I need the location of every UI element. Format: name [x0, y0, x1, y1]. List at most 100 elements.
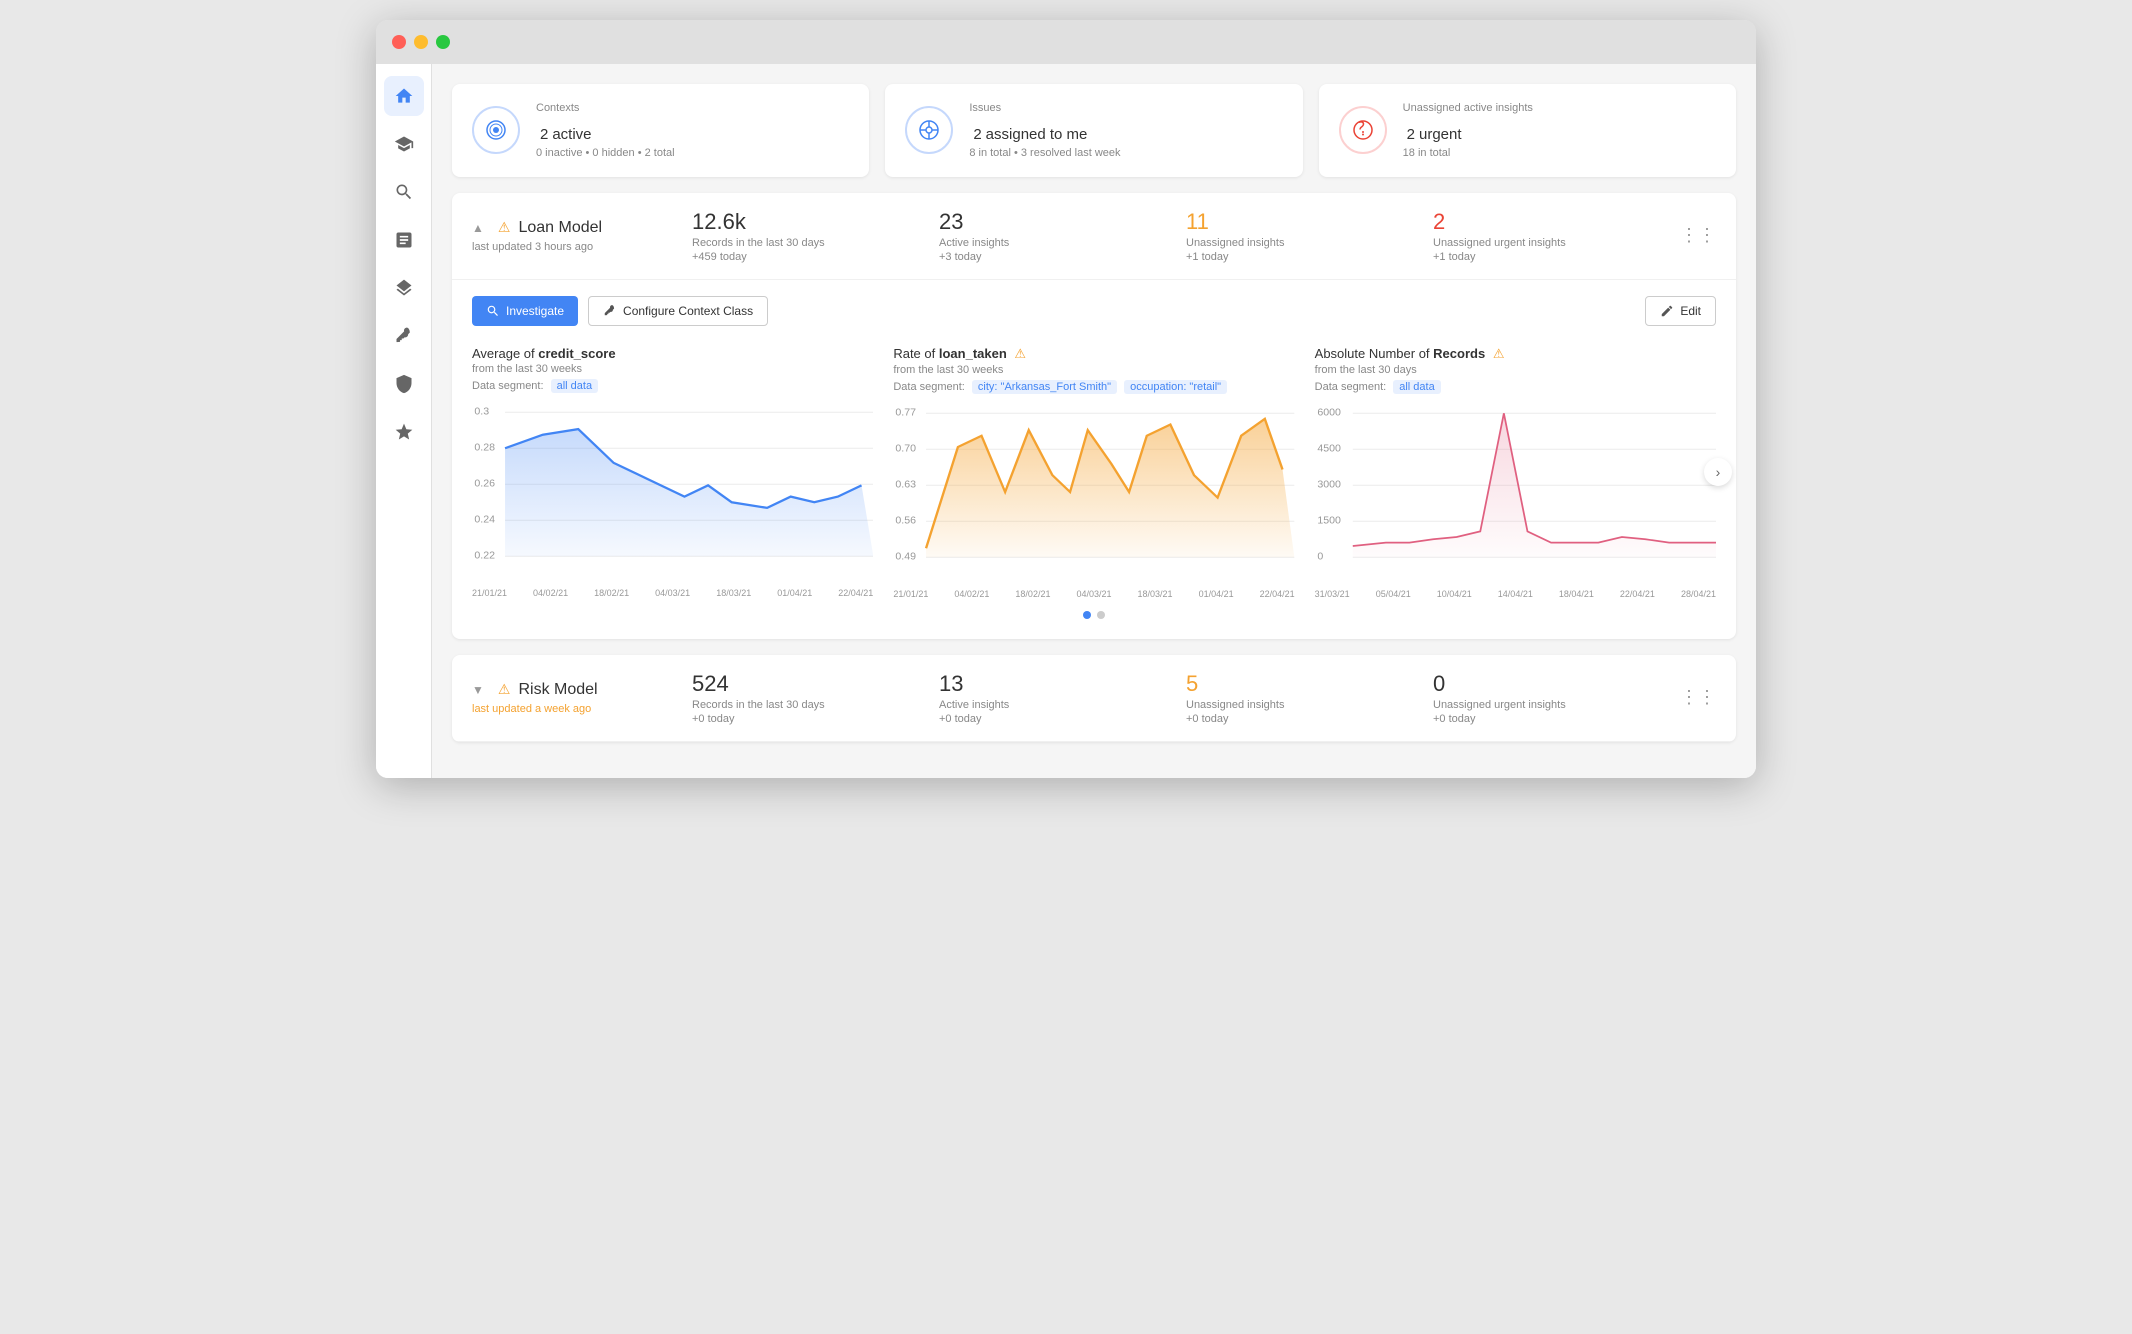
- loan-records-number: 12.6k: [692, 209, 939, 235]
- risk-model-name: ▼ ⚠ Risk Model: [472, 681, 692, 699]
- sidebar-item-layers[interactable]: [384, 268, 424, 308]
- close-button[interactable]: [392, 35, 406, 49]
- svg-text:0.49: 0.49: [896, 551, 917, 562]
- svg-text:6000: 6000: [1317, 407, 1341, 418]
- chart-loan-xaxis: 21/01/2104/02/2118/02/2104/03/2118/03/21…: [893, 589, 1294, 599]
- svg-text:0.63: 0.63: [896, 479, 917, 490]
- risk-active-number: 13: [939, 671, 1186, 697]
- issues-number: 2assigned to me: [969, 116, 1120, 145]
- loan-records-label: Records in the last 30 days: [692, 237, 939, 249]
- risk-unassigned-today: +0 today: [1186, 713, 1433, 725]
- chart-nav-right[interactable]: ›: [1704, 458, 1732, 486]
- investigate-button[interactable]: Investigate: [472, 296, 578, 326]
- svg-text:0.56: 0.56: [896, 515, 917, 526]
- contexts-label: Contexts: [536, 102, 675, 114]
- chart-records-title: Absolute Number of Records ⚠: [1315, 346, 1716, 362]
- issues-icon: [905, 106, 953, 154]
- main-content: Contexts 2active 0 inactive • 0 hidden •…: [432, 64, 1756, 778]
- charts-wrapper: Average of credit_score from the last 30…: [472, 346, 1716, 599]
- chart-dot-1[interactable]: [1083, 611, 1091, 619]
- chart-loan-taken: Rate of loan_taken ⚠ from the last 30 we…: [893, 346, 1294, 599]
- maximize-button[interactable]: [436, 35, 450, 49]
- insights-number: 2urgent: [1403, 116, 1533, 145]
- minimize-button[interactable]: [414, 35, 428, 49]
- loan-urgent-stat: 2 Unassigned urgent insights +1 today: [1433, 209, 1680, 263]
- svg-text:3000: 3000: [1317, 479, 1341, 490]
- chart-credit-title: Average of credit_score: [472, 346, 873, 361]
- sidebar-item-learn[interactable]: [384, 124, 424, 164]
- chart-loan-svg: 0.77 0.70 0.63 0.56 0.49: [893, 402, 1294, 582]
- loan-model-header: ▲ ⚠ Loan Model last updated 3 hours ago …: [452, 193, 1736, 280]
- risk-urgent-today: +0 today: [1433, 713, 1680, 725]
- loan-urgent-today: +1 today: [1433, 251, 1680, 263]
- loan-model-name: ▲ ⚠ Loan Model: [472, 219, 692, 237]
- risk-active-today: +0 today: [939, 713, 1186, 725]
- chart-records-svg: 6000 4500 3000 1500 0: [1315, 402, 1716, 582]
- loan-active-stat: 23 Active insights +3 today: [939, 209, 1186, 263]
- chart-loan-title: Rate of loan_taken ⚠: [893, 346, 1294, 362]
- insights-icon: [1339, 106, 1387, 154]
- risk-model-card: ▼ ⚠ Risk Model last updated a week ago 5…: [452, 655, 1736, 742]
- chart-loan-subtitle: from the last 30 weeks: [893, 364, 1294, 376]
- risk-unassigned-label: Unassigned insights: [1186, 699, 1433, 711]
- risk-urgent-label: Unassigned urgent insights: [1433, 699, 1680, 711]
- app-window: Contexts 2active 0 inactive • 0 hidden •…: [376, 20, 1756, 778]
- chart-credit-xaxis: 21/01/2104/02/2118/02/2104/03/2118/03/21…: [472, 588, 873, 598]
- app-body: Contexts 2active 0 inactive • 0 hidden •…: [376, 64, 1756, 778]
- insights-sub: 18 in total: [1403, 147, 1533, 159]
- sidebar-item-shield[interactable]: [384, 364, 424, 404]
- risk-records-today: +0 today: [692, 713, 939, 725]
- issues-sub: 8 in total • 3 resolved last week: [969, 147, 1120, 159]
- stat-card-insights: Unassigned active insights 2urgent 18 in…: [1319, 84, 1736, 177]
- loan-unassigned-label: Unassigned insights: [1186, 237, 1433, 249]
- chart-dots: [472, 611, 1716, 619]
- contexts-number: 2active: [536, 116, 675, 145]
- loan-unassigned-stat: 11 Unassigned insights +1 today: [1186, 209, 1433, 263]
- svg-text:0.77: 0.77: [896, 407, 917, 418]
- contexts-sub: 0 inactive • 0 hidden • 2 total: [536, 147, 675, 159]
- svg-text:0.24: 0.24: [474, 514, 495, 525]
- chart-records-segment: Data segment: all data: [1315, 380, 1716, 394]
- risk-unassigned-stat: 5 Unassigned insights +0 today: [1186, 671, 1433, 725]
- loan-active-label: Active insights: [939, 237, 1186, 249]
- sidebar-item-tools[interactable]: [384, 316, 424, 356]
- loan-active-number: 23: [939, 209, 1186, 235]
- sidebar-item-reports[interactable]: [384, 220, 424, 260]
- chart-toolbar: Investigate Configure Context Class Edit: [472, 296, 1716, 326]
- loan-more-icon[interactable]: ⋮⋮: [1680, 225, 1716, 246]
- svg-text:0.3: 0.3: [474, 406, 489, 417]
- svg-text:0.22: 0.22: [474, 550, 495, 561]
- loan-model-card: ▲ ⚠ Loan Model last updated 3 hours ago …: [452, 193, 1736, 639]
- contexts-info: Contexts 2active 0 inactive • 0 hidden •…: [536, 102, 675, 159]
- risk-records-number: 524: [692, 671, 939, 697]
- loan-model-chevron[interactable]: ▲: [472, 221, 484, 235]
- sidebar-item-home[interactable]: [384, 76, 424, 116]
- configure-button[interactable]: Configure Context Class: [588, 296, 768, 326]
- loan-records-today: +459 today: [692, 251, 939, 263]
- loan-model-warning-icon: ⚠: [498, 219, 511, 236]
- chart-credit-score: Average of credit_score from the last 30…: [472, 346, 873, 599]
- edit-button[interactable]: Edit: [1645, 296, 1716, 326]
- loan-model-updated: last updated 3 hours ago: [472, 241, 692, 253]
- risk-records-label: Records in the last 30 days: [692, 699, 939, 711]
- risk-model-chevron[interactable]: ▼: [472, 683, 484, 697]
- risk-active-stat: 13 Active insights +0 today: [939, 671, 1186, 725]
- contexts-icon: [472, 106, 520, 154]
- risk-more-icon[interactable]: ⋮⋮: [1680, 687, 1716, 708]
- chart-dot-2[interactable]: [1097, 611, 1105, 619]
- svg-text:1500: 1500: [1317, 515, 1341, 526]
- loan-records-stat: 12.6k Records in the last 30 days +459 t…: [692, 209, 939, 263]
- loan-unassigned-number: 11: [1186, 209, 1433, 235]
- risk-model-warning-icon: ⚠: [498, 681, 511, 698]
- loan-model-name-section: ▲ ⚠ Loan Model last updated 3 hours ago: [472, 219, 692, 253]
- loan-unassigned-today: +1 today: [1186, 251, 1433, 263]
- loan-urgent-label: Unassigned urgent insights: [1433, 237, 1680, 249]
- sidebar-item-star[interactable]: [384, 412, 424, 452]
- loan-urgent-number: 2: [1433, 209, 1680, 235]
- stat-card-issues: Issues 2assigned to me 8 in total • 3 re…: [885, 84, 1302, 177]
- svg-text:0.28: 0.28: [474, 442, 495, 453]
- sidebar-item-search[interactable]: [384, 172, 424, 212]
- risk-urgent-stat: 0 Unassigned urgent insights +0 today: [1433, 671, 1680, 725]
- chart-toolbar-left: Investigate Configure Context Class: [472, 296, 768, 326]
- svg-text:4500: 4500: [1317, 443, 1341, 454]
